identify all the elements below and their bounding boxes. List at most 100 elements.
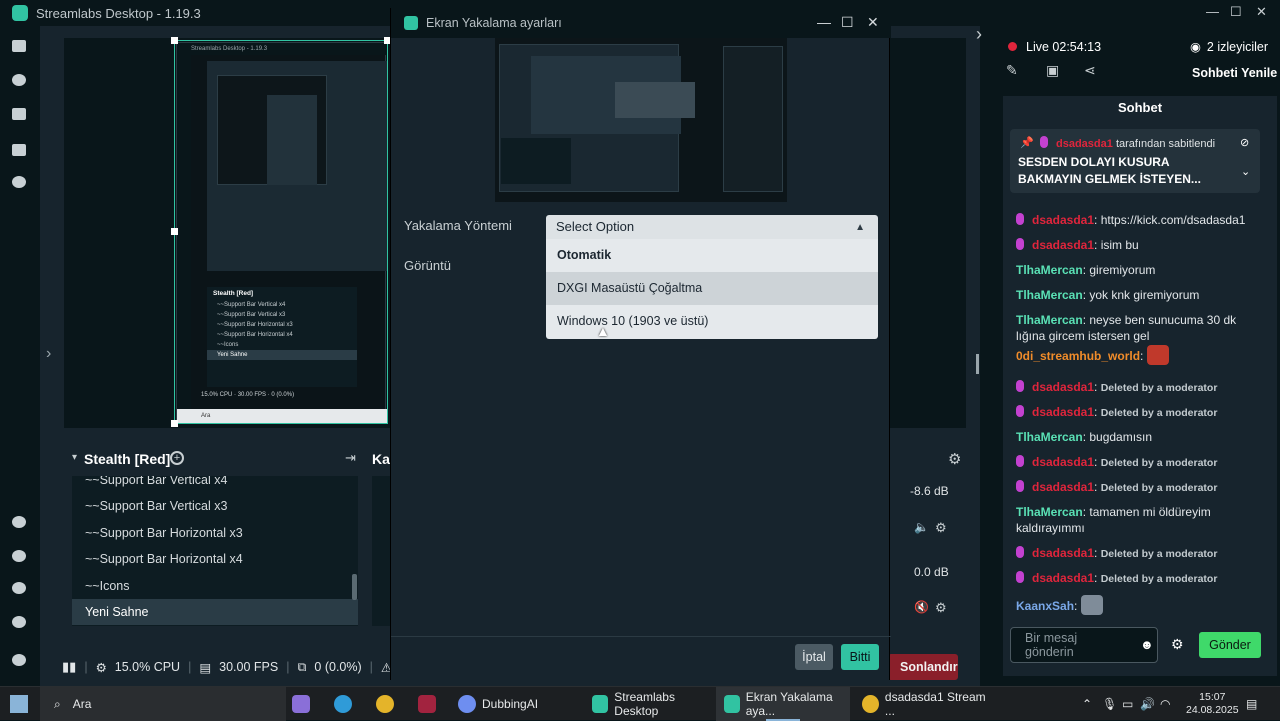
add-scene-icon[interactable]: + bbox=[170, 451, 184, 465]
done-button[interactable]: Bitti bbox=[841, 644, 879, 670]
cancel-button[interactable]: İptal bbox=[795, 644, 833, 670]
edge-icon[interactable] bbox=[334, 687, 358, 721]
chat-message: TlhaMercan: neyse ben sunucuma 30 dk lığ… bbox=[1016, 313, 1237, 343]
chat-title: Sohbet bbox=[1117, 100, 1163, 115]
expand-left-icon[interactable]: › bbox=[46, 345, 51, 363]
transition-icon[interactable]: ⇥ bbox=[345, 450, 356, 466]
speaker-icon[interactable]: 🔊 bbox=[1140, 687, 1155, 721]
play-icon[interactable] bbox=[12, 176, 26, 188]
dialog-minimize-icon[interactable]: — bbox=[817, 14, 831, 30]
chat-panel: Sohbet 📌 dsadasda1 tarafından sabitlendi… bbox=[1003, 96, 1277, 676]
app-title: Streamlabs Desktop - 1.19.3 bbox=[36, 5, 201, 21]
scene-item[interactable]: ~~Support Bar Vertical x3 bbox=[72, 493, 358, 519]
refresh-chat-button[interactable]: Sohbeti Yenile bbox=[1192, 66, 1277, 80]
taskbar-app-chrome[interactable]: dsadasda1 Stream ... bbox=[856, 687, 992, 721]
layout-icon[interactable] bbox=[12, 144, 26, 156]
resize-handle-ml[interactable] bbox=[171, 228, 178, 235]
resize-handle-bl[interactable] bbox=[171, 420, 178, 427]
start-icon[interactable] bbox=[10, 687, 28, 721]
cpu-usage: 15.0% CPU bbox=[114, 660, 181, 674]
chat-username: dsadasda1 bbox=[1032, 571, 1095, 585]
pinned-message[interactable]: 📌 dsadasda1 tarafından sabitlendi SESDEN… bbox=[1010, 129, 1260, 193]
taskbar-app-capture-settings[interactable]: Ekran Yakalama aya... bbox=[716, 687, 850, 721]
maximize-icon[interactable]: ☐ bbox=[1230, 4, 1242, 20]
mic-badge-icon bbox=[1016, 546, 1024, 558]
taskbar-app-streamlabs[interactable]: Streamlabs Desktop bbox=[586, 687, 712, 721]
chat-username: KaanxSah bbox=[1016, 599, 1075, 613]
collapse-right-icon[interactable]: › bbox=[976, 24, 982, 45]
pinned-by: dsadasda1 tarafından sabitlendi bbox=[1040, 136, 1215, 150]
mute-icon[interactable]: 🔇 bbox=[914, 600, 929, 614]
pin-icon: 📌 bbox=[1020, 137, 1034, 149]
store-icon[interactable] bbox=[12, 108, 26, 120]
chat-username: TlhaMercan bbox=[1016, 505, 1083, 519]
option-automatic[interactable]: Otomatik bbox=[546, 239, 878, 272]
chat-settings-icon[interactable]: ⚙ bbox=[1171, 636, 1184, 653]
emoji-icon[interactable]: ☻ bbox=[1140, 637, 1154, 652]
chat-message: TlhaMercan: tamamen mi öldüreyim kaldıra… bbox=[1016, 505, 1211, 535]
end-stream-button[interactable]: Sonlandır bbox=[888, 654, 958, 680]
share-icon[interactable]: ⋖ bbox=[1084, 62, 1096, 79]
chat-username: dsadasda1 bbox=[1032, 380, 1095, 394]
chat-message: TlhaMercan: giremiyorum bbox=[1016, 263, 1156, 277]
copilot-icon[interactable] bbox=[292, 687, 316, 721]
chat-username: dsadasda1 bbox=[1032, 546, 1095, 560]
editor-icon[interactable] bbox=[12, 40, 26, 52]
streamlabs-dialog-icon bbox=[404, 16, 418, 30]
taskbar-app-dubbingai[interactable]: DubbingAI bbox=[452, 687, 582, 721]
settings-icon[interactable] bbox=[12, 616, 26, 628]
emote-icon bbox=[1080, 595, 1103, 615]
chat-text: isim bu bbox=[1100, 238, 1139, 252]
dialog-close-icon[interactable]: ✕ bbox=[867, 14, 879, 31]
search-icon: ⌕ bbox=[54, 696, 61, 711]
edit-stream-icon[interactable]: ✎ bbox=[1006, 62, 1018, 79]
send-button[interactable]: Gönder bbox=[1199, 632, 1261, 658]
option-dxgi[interactable]: DXGI Masaüstü Çoğaltma bbox=[546, 272, 878, 305]
themes-icon[interactable] bbox=[12, 74, 26, 86]
minimize-icon[interactable]: — bbox=[1206, 4, 1219, 19]
profile-icon[interactable] bbox=[12, 654, 26, 666]
chat-input[interactable]: Bir mesaj gönderin ☻ bbox=[1010, 627, 1158, 663]
chat-username: dsadasda1 bbox=[1032, 480, 1095, 494]
battery-icon[interactable]: ▭ bbox=[1122, 687, 1133, 721]
vegas-icon[interactable] bbox=[418, 687, 442, 721]
chrome-icon[interactable] bbox=[376, 687, 400, 721]
wifi-icon[interactable]: ◠ bbox=[1160, 687, 1170, 721]
source-selection-box[interactable] bbox=[174, 40, 388, 424]
mic-badge-icon bbox=[1016, 380, 1024, 392]
dialog-maximize-icon[interactable]: ☐ bbox=[841, 14, 854, 31]
scene-collection-title[interactable]: Stealth [Red] bbox=[84, 451, 170, 467]
scene-item[interactable]: ~~Icons bbox=[72, 573, 358, 599]
scene-item[interactable]: ~~Support Bar Vertical x4 bbox=[72, 476, 358, 493]
resize-handle-tl[interactable] bbox=[171, 37, 178, 44]
integrations-icon[interactable] bbox=[12, 582, 26, 594]
mixer-settings-icon[interactable]: ⚙ bbox=[948, 450, 961, 468]
studio-mode-icon[interactable]: ▣ bbox=[1046, 62, 1059, 79]
chat-message: KaanxSah: bbox=[1016, 595, 1256, 615]
stats-icon[interactable]: ▮▮ bbox=[62, 659, 76, 675]
scene-item-active[interactable]: Yeni Sahne bbox=[72, 598, 358, 626]
unpin-icon[interactable]: ⊘ bbox=[1240, 136, 1249, 149]
mixer-source-settings-icon[interactable]: ⚙ bbox=[935, 520, 947, 536]
tray-chevron-icon[interactable]: ⌃ bbox=[1082, 687, 1092, 721]
mic-tray-icon[interactable]: 🎙 bbox=[1102, 687, 1117, 721]
chat-message: dsadasda1: Deleted by a moderator bbox=[1016, 454, 1256, 471]
close-icon[interactable]: ✕ bbox=[1256, 4, 1267, 20]
scene-item[interactable]: ~~Support Bar Horizontal x4 bbox=[72, 546, 358, 572]
capture-method-select[interactable]: Select Option ▲ bbox=[546, 215, 878, 239]
mixer-source-settings-icon-2[interactable]: ⚙ bbox=[935, 600, 947, 616]
clock[interactable]: 15:07 24.08.2025 bbox=[1186, 687, 1239, 721]
chevron-down-icon[interactable]: ⌄ bbox=[1241, 165, 1250, 178]
dashboard-icon[interactable] bbox=[12, 516, 26, 528]
scenes-scrollbar[interactable] bbox=[352, 574, 357, 600]
notification-icon[interactable]: ▤ bbox=[1246, 687, 1257, 721]
volume-icon[interactable]: 🔈 bbox=[914, 520, 929, 534]
chat-text: giremiyorum bbox=[1089, 263, 1156, 277]
highlighter-icon[interactable] bbox=[12, 550, 26, 562]
scene-item[interactable]: ~~Support Bar Horizontal x3 bbox=[72, 520, 358, 546]
live-dot-icon bbox=[1008, 42, 1017, 51]
chat-message: dsadasda1: Deleted by a moderator bbox=[1016, 379, 1256, 396]
resize-handle[interactable] bbox=[976, 354, 979, 374]
collapse-scenes-icon[interactable]: ▾ bbox=[72, 452, 77, 463]
taskbar-search[interactable]: ⌕ Ara bbox=[40, 687, 286, 721]
